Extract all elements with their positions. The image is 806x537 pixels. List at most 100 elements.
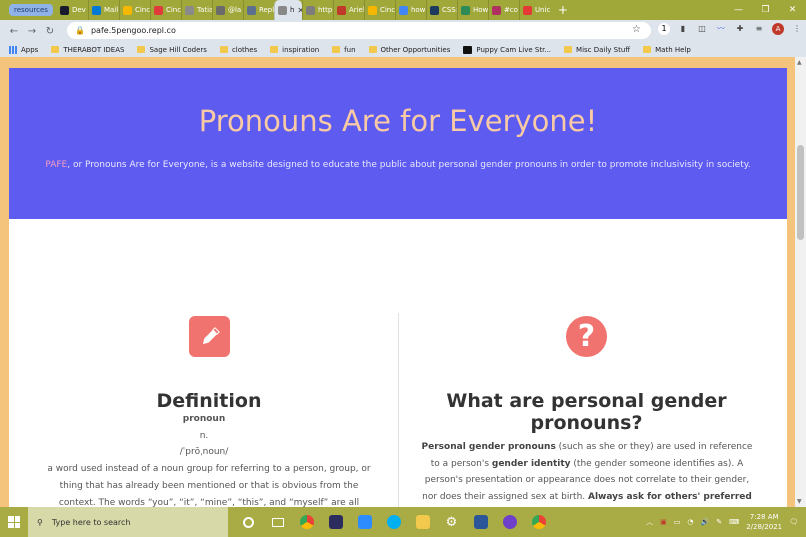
tab-label: Mail bbox=[103, 6, 119, 14]
browser-tab[interactable]: Ariel bbox=[332, 0, 364, 20]
tab-label: Repl bbox=[258, 6, 274, 14]
battery-icon[interactable]: ▭ bbox=[674, 518, 681, 526]
clock-date: 2/28/2021 bbox=[746, 523, 783, 531]
start-button[interactable] bbox=[0, 507, 28, 537]
tab-favicon-icon bbox=[336, 5, 346, 15]
tab-group-label: resources bbox=[14, 6, 48, 14]
extension-4-icon[interactable]: 〰 bbox=[715, 23, 727, 35]
bookmark-item[interactable]: Puppy Cam Live Str... bbox=[463, 45, 551, 54]
zoom-icon[interactable] bbox=[350, 507, 379, 537]
bookmark-label: Sage Hill Coders bbox=[149, 45, 207, 54]
browser-tab[interactable]: CSS: bbox=[425, 0, 457, 20]
bookmark-item[interactable]: Apps bbox=[9, 45, 38, 54]
word-icon[interactable] bbox=[466, 507, 495, 537]
system-tray: ︿ ▣ ▭ ◔ 🔊 ✎ ⌨ 7:28 AM 2/28/2021 🗨 bbox=[646, 507, 806, 537]
windows-taskbar: ⚲ Type here to search ⚙ ︿ ▣ ▭ ◔ 🔊 ✎ ⌨ 7:… bbox=[0, 507, 806, 537]
close-button[interactable]: ✕ bbox=[779, 0, 806, 20]
windows-logo-icon bbox=[8, 516, 20, 528]
taskbar-search[interactable]: ⚲ Type here to search bbox=[28, 507, 228, 537]
clock-time: 7:28 AM bbox=[749, 513, 779, 521]
tab-favicon-icon bbox=[429, 5, 439, 15]
bookmark-item[interactable]: Other Opportunities bbox=[368, 45, 451, 54]
extension-2-icon[interactable]: ▮ bbox=[677, 23, 689, 35]
scroll-up-icon[interactable]: ▲ bbox=[797, 59, 802, 66]
settings-gear-icon[interactable]: ⚙ bbox=[437, 507, 466, 537]
tab-label: Cinc bbox=[379, 6, 395, 14]
tab-favicon-icon bbox=[491, 5, 501, 15]
wifi-icon[interactable]: ◔ bbox=[687, 518, 693, 526]
search-icon: ⚲ bbox=[37, 517, 43, 527]
media-control-icon[interactable]: ≡ bbox=[753, 23, 765, 35]
pen-icon[interactable]: ✎ bbox=[716, 518, 722, 526]
window-controls: — ❐ ✕ bbox=[725, 0, 806, 20]
back-arrow-icon[interactable]: ← bbox=[5, 26, 23, 37]
reload-icon[interactable]: ↻ bbox=[41, 26, 59, 37]
lock-icon: 🔒 bbox=[75, 26, 85, 35]
cortana-icon[interactable] bbox=[234, 507, 263, 537]
tab-favicon-icon bbox=[122, 5, 132, 15]
tray-chevron-icon[interactable]: ︿ bbox=[646, 517, 653, 527]
media-app-icon[interactable] bbox=[321, 507, 350, 537]
clock[interactable]: 7:28 AM 2/28/2021 bbox=[746, 512, 782, 532]
bookmark-item[interactable]: clothes bbox=[219, 46, 257, 54]
page-scrollbar[interactable]: ▲ ▼ bbox=[795, 57, 806, 507]
browser-tab[interactable]: Cinc bbox=[149, 0, 181, 20]
browser-tab[interactable]: Cinc bbox=[363, 0, 395, 20]
browser-tab[interactable]: #co bbox=[487, 0, 519, 20]
tab-favicon-icon bbox=[522, 5, 532, 15]
browser-tab[interactable]: Repl bbox=[242, 0, 274, 20]
tab-label: http: bbox=[317, 6, 333, 14]
bookmark-star-icon[interactable]: ☆ bbox=[632, 24, 641, 35]
scroll-down-icon[interactable]: ▼ bbox=[797, 498, 802, 505]
chrome-icon[interactable] bbox=[292, 507, 321, 537]
minimize-button[interactable]: — bbox=[725, 0, 752, 20]
browser-tab[interactable]: Unic bbox=[518, 0, 550, 20]
browser-tab[interactable]: Cinc bbox=[118, 0, 150, 20]
tab-group-resources[interactable]: resources bbox=[9, 4, 53, 16]
forward-arrow-icon[interactable]: → bbox=[23, 26, 41, 37]
tab-favicon-icon bbox=[215, 5, 225, 15]
menu-kebab-icon[interactable]: ⋮ bbox=[791, 23, 803, 35]
browser-tab[interactable]: Dev bbox=[57, 0, 88, 20]
tab-label: Cinc bbox=[134, 6, 150, 14]
address-bar[interactable]: 🔒 pafe.5pengoo.repl.co ☆ bbox=[67, 22, 651, 39]
bookmark-label: inspiration bbox=[282, 45, 320, 54]
bookmark-item[interactable]: fun bbox=[332, 46, 356, 54]
tab-favicon-icon bbox=[305, 5, 315, 15]
bookmark-item[interactable]: THERABOT IDEAS bbox=[51, 46, 124, 54]
tab-label: Cinc bbox=[165, 6, 181, 14]
task-view-icon[interactable] bbox=[263, 507, 292, 537]
browser-tab[interactable]: How bbox=[456, 0, 488, 20]
keyboard-icon[interactable]: ⌨ bbox=[729, 518, 739, 526]
extension-1-icon[interactable]: 1 bbox=[658, 23, 670, 35]
browser-tab[interactable]: http: bbox=[301, 0, 333, 20]
skype-icon[interactable] bbox=[379, 507, 408, 537]
tab-label: Dev bbox=[71, 6, 86, 14]
bookmark-item[interactable]: inspiration bbox=[270, 46, 319, 54]
browser-tab[interactable]: h✕ bbox=[273, 0, 302, 20]
tray-app-icon[interactable]: ▣ bbox=[660, 518, 667, 526]
extensions-puzzle-icon[interactable]: ✚ bbox=[734, 23, 746, 35]
browser-tab[interactable]: Tatia bbox=[180, 0, 212, 20]
tab-favicon-icon bbox=[59, 5, 69, 15]
chrome-alt-icon[interactable] bbox=[524, 507, 553, 537]
maximize-button[interactable]: ❐ bbox=[752, 0, 779, 20]
bookmark-item[interactable]: Math Help bbox=[643, 46, 691, 54]
browser-tab[interactable]: @la bbox=[211, 0, 243, 20]
tab-favicon-icon bbox=[184, 5, 194, 15]
scrollbar-thumb[interactable] bbox=[797, 145, 804, 240]
profile-avatar[interactable]: A bbox=[772, 23, 784, 35]
new-tab-button[interactable]: + bbox=[556, 3, 570, 17]
file-explorer-icon[interactable] bbox=[408, 507, 437, 537]
hero-title: Pronouns Are for Everyone! bbox=[198, 104, 598, 138]
notifications-icon[interactable]: 🗨 bbox=[789, 518, 798, 526]
github-icon[interactable] bbox=[495, 507, 524, 537]
browser-tab[interactable]: how bbox=[394, 0, 426, 20]
bookmark-item[interactable]: Sage Hill Coders bbox=[137, 45, 207, 54]
bookmark-label: Other Opportunities bbox=[380, 45, 451, 54]
browser-tab[interactable]: Mail bbox=[87, 0, 119, 20]
folder-icon bbox=[564, 46, 573, 53]
volume-icon[interactable]: 🔊 bbox=[701, 518, 710, 526]
bookmark-item[interactable]: Misc Daily Stuff bbox=[564, 46, 630, 54]
extension-3-icon[interactable]: ◫ bbox=[696, 23, 708, 35]
